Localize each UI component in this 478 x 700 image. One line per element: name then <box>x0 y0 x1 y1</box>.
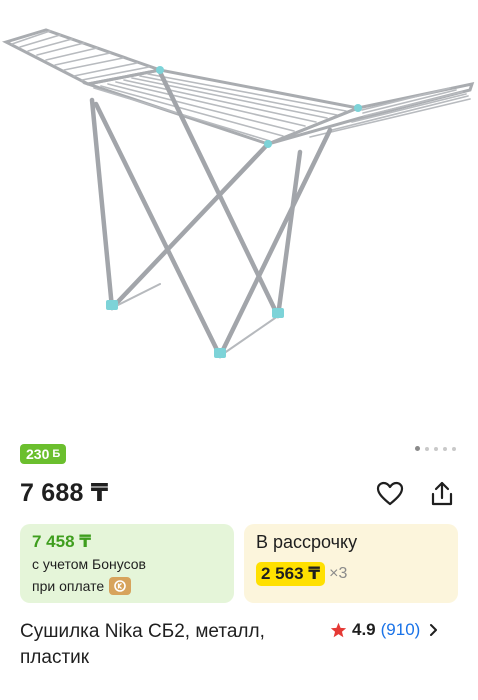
review-count[interactable]: (910) <box>381 620 421 640</box>
heart-icon <box>376 481 404 506</box>
gallery-pagination[interactable] <box>415 446 456 451</box>
bonus-amount: 230 <box>26 446 50 462</box>
installment-monthly-price: 2 563 ₸ <box>256 562 326 586</box>
share-icon <box>431 481 453 506</box>
product-image-gallery[interactable] <box>0 0 478 440</box>
bonus-note: с учетом Бонусов <box>32 556 146 572</box>
installment-title: В рассрочку <box>256 532 358 552</box>
product-title: Сушилка Nika СБ2, металл, пластик <box>20 621 265 668</box>
product-price: 7 688 ₸ <box>20 479 109 507</box>
share-button[interactable] <box>426 478 458 510</box>
bonus-symbol: Б <box>52 448 61 460</box>
product-image <box>1 28 475 359</box>
gallery-dot-5[interactable] <box>452 446 456 451</box>
favorite-button[interactable] <box>374 478 406 510</box>
payment-note: при оплате <box>32 577 132 595</box>
bonus-price-card[interactable]: 7 458 ₸ с учетом Бонусов при оплате <box>20 524 234 603</box>
gallery-dot-1[interactable] <box>415 446 420 451</box>
gallery-dot-2[interactable] <box>425 446 429 451</box>
installment-multiplier: ×3 <box>329 565 348 582</box>
bonus-price: 7 458 ₸ <box>32 532 92 551</box>
rating-score: 4.9 <box>352 620 376 639</box>
rating-link[interactable]: 4.9 (910) <box>330 619 439 641</box>
chevron-right-icon <box>430 624 438 636</box>
gallery-dot-4[interactable] <box>443 446 447 451</box>
bonus-badge: 230 Б <box>20 444 67 464</box>
star-icon <box>330 622 347 638</box>
gallery-dot-3[interactable] <box>434 446 438 451</box>
kaspi-logo-icon <box>109 577 132 595</box>
installment-row: 2 563 ₸ ×3 <box>256 562 347 586</box>
payment-note-text: при оплате <box>32 578 105 594</box>
installment-card[interactable]: В рассрочку 2 563 ₸ ×3 <box>244 524 458 603</box>
